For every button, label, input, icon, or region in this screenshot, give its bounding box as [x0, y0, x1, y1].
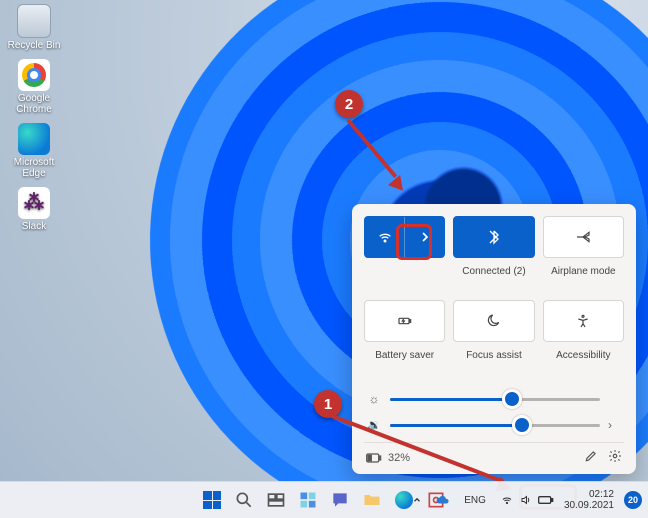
wifi-toggle[interactable]	[365, 217, 404, 257]
language-label: ENG	[464, 495, 486, 506]
search-icon	[234, 490, 254, 510]
bluetooth-tile[interactable]	[453, 216, 534, 258]
tray-onedrive[interactable]	[432, 493, 454, 507]
pencil-icon	[584, 449, 598, 463]
focus-assist-tile[interactable]	[453, 300, 534, 342]
brightness-track[interactable]	[390, 398, 600, 401]
focus-assist-label: Focus assist	[453, 348, 534, 378]
taskbar-taskview[interactable]	[263, 487, 289, 513]
accessibility-icon	[575, 313, 591, 329]
desktop-icon-recycle-bin[interactable]: Recycle Bin	[6, 4, 62, 51]
desktop-icon-chrome[interactable]: Google Chrome	[6, 59, 62, 115]
battery-status-icon	[366, 452, 382, 464]
volume-track[interactable]	[390, 424, 600, 427]
clock-date: 30.09.2021	[564, 500, 614, 511]
slack-icon: ⁂	[18, 187, 50, 219]
annotation-badge-1: 1	[314, 390, 342, 418]
battery-icon	[538, 495, 554, 505]
taskbar-chat[interactable]	[327, 487, 353, 513]
edge-icon	[18, 123, 50, 155]
cloud-icon	[436, 495, 450, 505]
quick-settings-panel: Connected (2) Airplane mode Battery save…	[352, 204, 636, 474]
folder-icon	[362, 490, 382, 510]
settings-button[interactable]	[608, 449, 622, 466]
wifi-tile[interactable]	[364, 216, 445, 258]
taskbar: ENG 02:12 30.09.2021 20	[0, 481, 648, 518]
chevron-up-icon	[412, 495, 422, 505]
taskbar-explorer[interactable]	[359, 487, 385, 513]
system-tray[interactable]	[496, 492, 558, 508]
bluetooth-icon	[486, 229, 502, 245]
moon-icon	[486, 313, 502, 329]
chrome-icon	[18, 59, 50, 91]
desktop-icon-label: Microsoft Edge	[6, 157, 62, 179]
gear-icon	[608, 449, 622, 463]
accessibility-tile[interactable]	[543, 300, 624, 342]
airplane-label: Airplane mode	[543, 264, 624, 294]
taskview-icon	[266, 490, 286, 510]
battery-saver-icon	[397, 313, 413, 329]
volume-expand[interactable]: ›	[608, 418, 622, 432]
tray-language[interactable]: ENG	[460, 493, 490, 508]
panel-footer: 32%	[364, 442, 624, 468]
wifi-icon	[377, 229, 393, 245]
desktop-icon-label: Google Chrome	[6, 93, 62, 115]
wifi-label	[364, 264, 445, 294]
airplane-tile[interactable]	[543, 216, 624, 258]
taskbar-clock[interactable]: 02:12 30.09.2021	[564, 489, 614, 511]
start-button[interactable]	[199, 487, 225, 513]
taskbar-widgets[interactable]	[295, 487, 321, 513]
accessibility-label: Accessibility	[543, 348, 624, 378]
desktop-icon-label: Slack	[22, 221, 46, 232]
notifications-badge[interactable]: 20	[624, 491, 642, 509]
windows-logo-icon	[203, 491, 221, 509]
desktop-icon-slack[interactable]: ⁂ Slack	[6, 187, 62, 232]
widgets-icon	[298, 490, 318, 510]
brightness-icon: ☼	[366, 392, 382, 406]
edit-quick-settings-button[interactable]	[584, 449, 598, 466]
recycle-bin-icon	[17, 4, 51, 38]
volume-icon	[520, 494, 532, 506]
chat-icon	[330, 490, 350, 510]
desktop-icon-edge[interactable]: Microsoft Edge	[6, 123, 62, 179]
clock-time: 02:12	[564, 489, 614, 500]
battery-saver-tile[interactable]	[364, 300, 445, 342]
annotation-badge-2: 2	[335, 90, 363, 118]
volume-slider[interactable]: 🔉 ›	[364, 412, 624, 438]
taskbar-search[interactable]	[231, 487, 257, 513]
battery-percent-label: 32%	[388, 452, 410, 464]
airplane-icon	[575, 229, 591, 245]
wifi-expand-button[interactable]	[404, 217, 444, 257]
brightness-slider[interactable]: ☼	[364, 386, 624, 412]
notifications-count: 20	[628, 495, 638, 505]
battery-saver-label: Battery saver	[364, 348, 445, 378]
taskbar-right: ENG 02:12 30.09.2021 20	[408, 489, 642, 511]
wifi-icon	[500, 494, 514, 506]
tray-overflow[interactable]	[408, 493, 426, 507]
desktop-icon-label: Recycle Bin	[8, 40, 61, 51]
chevron-right-icon	[417, 229, 433, 245]
desktop-icons: Recycle Bin Google Chrome Microsoft Edge…	[6, 4, 62, 232]
bluetooth-label: Connected (2)	[453, 264, 534, 294]
